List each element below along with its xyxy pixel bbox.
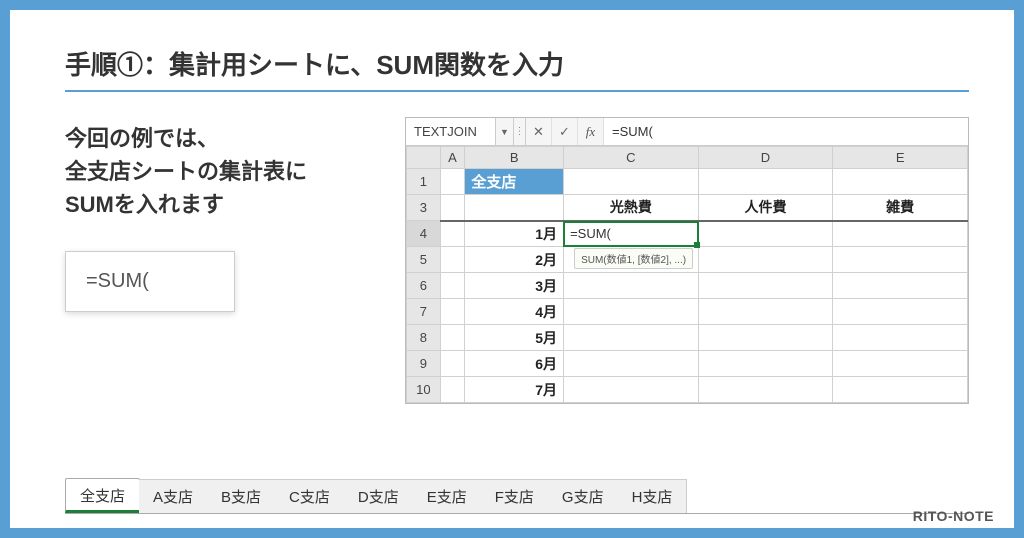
formula-bar: TEXTJOIN ▼ ⋮ ✕ ✓ fx =SUM( [406,118,968,146]
cell[interactable] [440,221,465,247]
cell[interactable] [564,351,699,377]
cell[interactable] [833,351,968,377]
col-header[interactable]: A [440,147,465,169]
cell[interactable] [698,169,833,195]
description: 今回の例では、 全支店シートの集計表に SUMを入れます [65,122,375,221]
row-header[interactable]: 7 [407,299,441,325]
cell[interactable] [440,273,465,299]
cell[interactable] [698,247,833,273]
cell-month[interactable]: 2月 [465,247,564,273]
cell-col-header[interactable]: 雑費 [833,195,968,221]
cell-col-header[interactable]: 人件費 [698,195,833,221]
col-header[interactable]: B [465,147,564,169]
sheet-tab[interactable]: 全支店 [65,478,140,513]
cell[interactable] [833,377,968,403]
sheet-tab[interactable]: G支店 [548,479,619,513]
row-header[interactable]: 3 [407,195,441,221]
cell[interactable] [833,325,968,351]
formula-callout: =SUM( [65,251,235,312]
sheet-tab[interactable]: H支店 [618,479,688,513]
cell-sheet-title[interactable]: 全支店 [465,169,564,195]
function-tooltip: SUM(数値1, [数値2], ...) [574,248,693,269]
cell[interactable] [440,377,465,403]
cell[interactable] [698,299,833,325]
cell-month[interactable]: 5月 [465,325,564,351]
name-box-dropdown-icon[interactable]: ▼ [496,118,514,145]
cell[interactable] [698,325,833,351]
cell-month[interactable]: 1月 [465,221,564,247]
cell[interactable] [564,377,699,403]
active-cell[interactable]: =SUM( SUM(数値1, [数値2], ...) [564,221,699,247]
excel-window: TEXTJOIN ▼ ⋮ ✕ ✓ fx =SUM( [405,117,969,404]
cell[interactable] [833,247,968,273]
cell[interactable] [440,299,465,325]
sheet-tab-bar: 全支店A支店B支店C支店D支店E支店F支店G支店H支店 [65,478,969,514]
row-header[interactable]: 6 [407,273,441,299]
cell[interactable] [833,169,968,195]
sheet-tab[interactable]: A支店 [139,479,208,513]
cell-month[interactable]: 3月 [465,273,564,299]
step-heading: 手順①：集計用シートに、SUM関数を入力 [65,45,969,92]
cell[interactable] [698,377,833,403]
cell[interactable] [698,351,833,377]
row-header[interactable]: 5 [407,247,441,273]
name-box-expand-icon[interactable]: ⋮ [514,118,526,145]
cell-month[interactable]: 7月 [465,377,564,403]
cell[interactable] [564,273,699,299]
sheet-tab[interactable]: B支店 [207,479,276,513]
cell[interactable] [564,169,699,195]
col-header[interactable]: C [564,147,699,169]
row-header[interactable]: 9 [407,351,441,377]
cell[interactable] [833,221,968,247]
cell[interactable] [440,325,465,351]
name-box[interactable]: TEXTJOIN [406,118,496,145]
cell[interactable] [833,273,968,299]
cancel-button[interactable]: ✕ [526,118,552,145]
sheet-tab[interactable]: C支店 [275,479,345,513]
col-header[interactable]: D [698,147,833,169]
cell-month[interactable]: 4月 [465,299,564,325]
select-all-corner[interactable] [407,147,441,169]
cell[interactable] [440,247,465,273]
cell[interactable] [440,351,465,377]
cell-col-header[interactable]: 光熱費 [564,195,699,221]
sheet-tab[interactable]: E支店 [413,479,482,513]
sheet-tab[interactable]: D支店 [344,479,414,513]
cell[interactable] [465,195,564,221]
cell[interactable] [440,169,465,195]
cell[interactable] [698,273,833,299]
row-header[interactable]: 8 [407,325,441,351]
row-header[interactable]: 4 [407,221,441,247]
sheet-tab[interactable]: F支店 [481,479,549,513]
cell-month[interactable]: 6月 [465,351,564,377]
cell[interactable] [564,325,699,351]
spreadsheet-grid[interactable]: A B C D E 1 全支店 [406,146,968,403]
fx-icon[interactable]: fx [578,118,604,145]
watermark: RITO-NOTE [913,508,994,524]
cell[interactable] [833,299,968,325]
cell[interactable] [698,221,833,247]
row-header[interactable]: 1 [407,169,441,195]
row-header[interactable]: 10 [407,377,441,403]
formula-input[interactable]: =SUM( [604,118,968,145]
cell[interactable] [564,299,699,325]
col-header[interactable]: E [833,147,968,169]
cell[interactable] [440,195,465,221]
enter-button[interactable]: ✓ [552,118,578,145]
